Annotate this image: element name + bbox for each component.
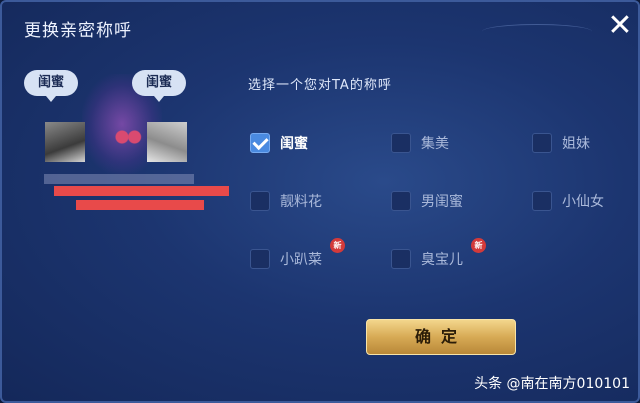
option-xiaoxiannv[interactable]: 小仙女	[532, 188, 604, 214]
close-icon[interactable]: ✕	[600, 6, 640, 46]
option-label: 姐妹	[562, 136, 590, 152]
redacted-name	[54, 186, 229, 196]
title-bar: 更换亲密称呼 ✕	[2, 2, 640, 54]
option-nanguimi[interactable]: 男闺蜜	[391, 188, 463, 214]
avatar	[45, 122, 85, 162]
watermark: 头条 @南在南方010101	[474, 376, 630, 392]
option-guimi[interactable]: 闺蜜	[250, 130, 308, 156]
option-label: 靓料花	[280, 194, 322, 210]
new-badge: 新	[330, 238, 345, 253]
nickname-dialog: 更换亲密称呼 ✕ 闺蜜 闺蜜 选择一个您对TA的称呼 闺蜜 集美 姐妹 靓料花 …	[0, 0, 640, 403]
checkbox[interactable]	[250, 191, 270, 211]
option-label: 臭宝儿	[421, 252, 463, 268]
option-jimei[interactable]: 集美	[391, 130, 449, 156]
checkbox[interactable]	[391, 191, 411, 211]
avatar-panel: 闺蜜 闺蜜	[10, 54, 232, 354]
checkbox[interactable]	[391, 133, 411, 153]
right-nickname-bubble: 闺蜜	[132, 70, 187, 102]
left-nickname-bubble: 闺蜜	[24, 70, 79, 102]
option-label: 闺蜜	[280, 136, 308, 152]
avatar	[147, 122, 187, 162]
confirm-button[interactable]: 确定	[366, 319, 516, 355]
checkbox-checked[interactable]	[250, 133, 270, 153]
redacted-name	[76, 200, 204, 210]
option-label: 集美	[421, 136, 449, 152]
selection-prompt: 选择一个您对TA的称呼	[248, 78, 392, 93]
new-badge: 新	[471, 238, 486, 253]
option-label: 小仙女	[562, 194, 604, 210]
checkbox[interactable]	[532, 191, 552, 211]
option-xiaopacai[interactable]: 小趴菜	[250, 246, 322, 272]
checkbox[interactable]	[250, 249, 270, 269]
redacted-name	[44, 174, 194, 184]
heart-ribbon-icon	[113, 126, 143, 148]
option-liangliaohua[interactable]: 靓料花	[250, 188, 322, 214]
option-label: 小趴菜	[280, 252, 322, 268]
dialog-title: 更换亲密称呼	[24, 21, 132, 41]
decorative-swirl	[482, 24, 592, 39]
option-choubaoer[interactable]: 臭宝儿	[391, 246, 463, 272]
checkbox[interactable]	[532, 133, 552, 153]
checkbox[interactable]	[391, 249, 411, 269]
option-jiemei[interactable]: 姐妹	[532, 130, 590, 156]
option-label: 男闺蜜	[421, 194, 463, 210]
